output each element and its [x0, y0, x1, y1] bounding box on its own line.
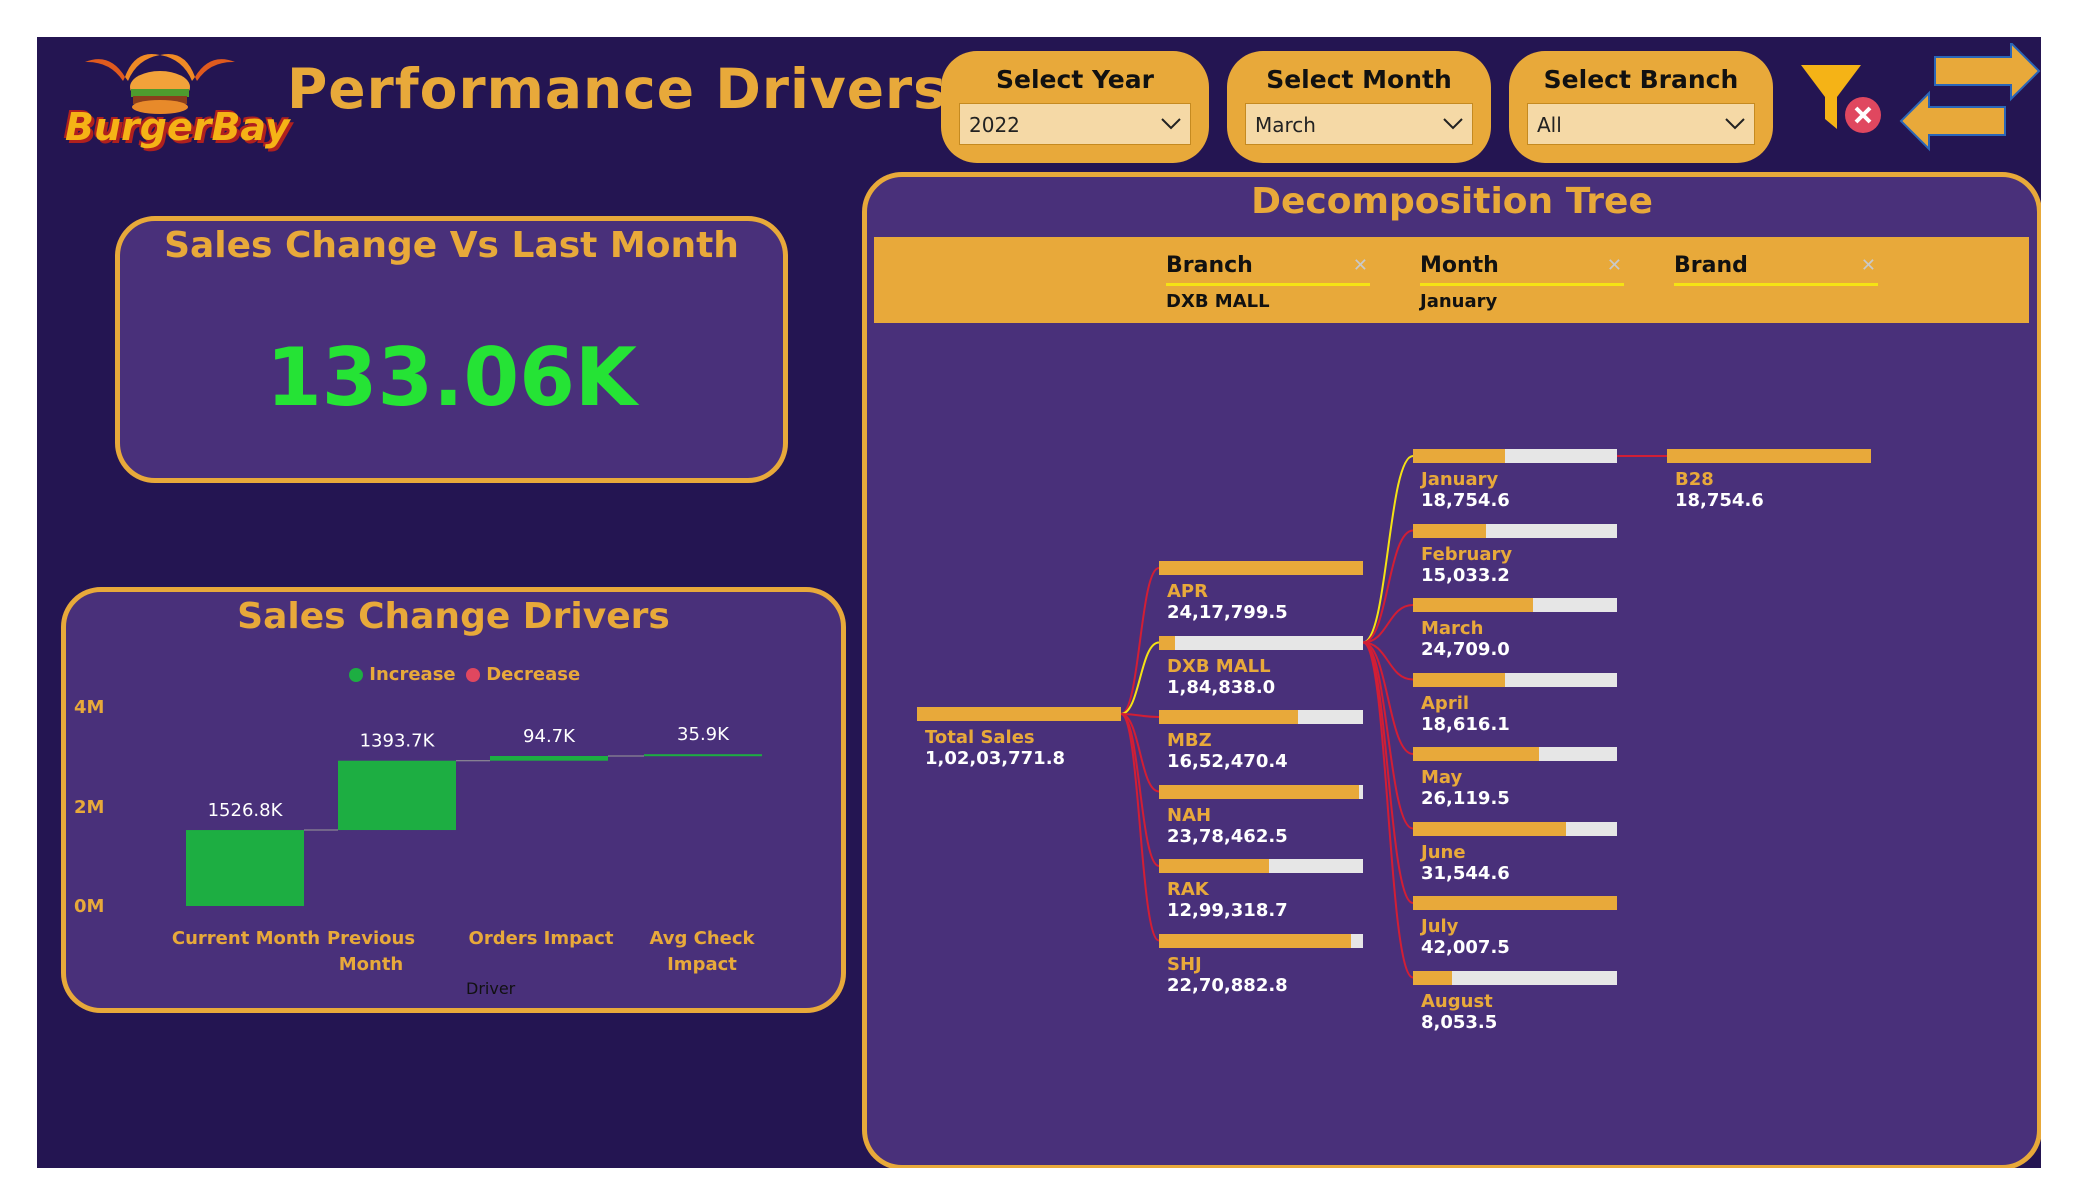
- node-value: 1,02,03,771.8: [925, 748, 1066, 769]
- kpi-card: Sales Change Vs Last Month 133.06K: [115, 216, 788, 483]
- node-label: August: [1421, 990, 1493, 1012]
- year-dropdown[interactable]: 2022: [959, 103, 1191, 145]
- node-bar-fill: [1667, 449, 1871, 463]
- clear-filter-icon[interactable]: [1797, 59, 1887, 139]
- node-label: April: [1421, 692, 1470, 714]
- node-bar-fill: [1413, 672, 1505, 687]
- node-value: 26,119.5: [1421, 788, 1510, 809]
- data-label: 1526.8K: [208, 800, 284, 821]
- branch-dropdown-value: All: [1537, 113, 1562, 137]
- node-value: 22,70,882.8: [1167, 974, 1288, 996]
- node-label: NAH: [1167, 804, 1212, 826]
- data-label: 1393.7K: [360, 731, 436, 752]
- node-label: January: [1421, 469, 1499, 490]
- node-value: 18,616.1: [1421, 713, 1510, 735]
- category-label: Previous Month: [326, 928, 416, 975]
- waterfall-bar[interactable]: [644, 754, 762, 757]
- branch-dropdown[interactable]: All: [1527, 103, 1755, 145]
- branch-slicer: Select Branch All: [1509, 51, 1773, 163]
- node-bar-fill: [1413, 747, 1539, 761]
- node-bar-fill: [1159, 635, 1175, 650]
- node-label: DXB MALL: [1167, 655, 1271, 677]
- node-bar-fill: [1413, 598, 1533, 612]
- node-label: May: [1421, 767, 1463, 788]
- node-label: RAK: [1167, 879, 1209, 900]
- category-label: Current Month: [171, 928, 321, 949]
- node-value: 42,007.5: [1421, 937, 1510, 958]
- node-bar-fill: [1159, 859, 1269, 873]
- node-value: 24,17,799.5: [1167, 602, 1288, 623]
- data-label: 94.7K: [523, 726, 576, 747]
- node-value: 24,709.0: [1421, 639, 1510, 660]
- sales-drivers-card: Sales Change Drivers Increase Decrease 4…: [61, 587, 846, 1013]
- node-label: SHJ: [1167, 953, 1202, 975]
- tree-connector: [1120, 567, 1160, 715]
- x-axis-title: Driver: [466, 979, 516, 998]
- year-slicer-label: Select Year: [996, 65, 1154, 94]
- waterfall-bar[interactable]: [338, 760, 456, 831]
- node-bar-fill: [1413, 523, 1486, 538]
- tree-connector: [1362, 641, 1414, 979]
- tree-connector: [1362, 641, 1414, 904]
- node-value: 31,544.6: [1421, 862, 1510, 884]
- waterfall-bar[interactable]: [186, 830, 304, 906]
- category-label: Orders Impact: [468, 928, 614, 949]
- node-bar-fill: [1159, 784, 1359, 799]
- chevron-down-icon: [1725, 118, 1745, 130]
- month-slicer-label: Select Month: [1266, 65, 1452, 94]
- node-bar-fill: [1159, 933, 1351, 948]
- node-value: 18,754.6: [1421, 490, 1510, 511]
- node-label: February: [1421, 543, 1513, 565]
- data-label: 35.9K: [677, 724, 730, 745]
- node-value: 1,84,838.0: [1167, 676, 1276, 698]
- month-dropdown-value: March: [1255, 113, 1316, 137]
- node-value: 15,033.2: [1421, 564, 1510, 586]
- node-bar-fill: [1413, 449, 1505, 463]
- tree-connector: [1120, 713, 1160, 793]
- month-dropdown[interactable]: March: [1245, 103, 1473, 145]
- tree-connector: [1120, 713, 1160, 942]
- node-value: 8,053.5: [1421, 1011, 1498, 1033]
- node-value: 12,99,318.7: [1167, 900, 1288, 921]
- chevron-down-icon: [1443, 118, 1463, 130]
- node-value: 16,52,470.4: [1167, 751, 1288, 772]
- tree-connector: [1120, 641, 1160, 715]
- page-title: Performance Drivers: [287, 57, 947, 121]
- branch-slicer-label: Select Branch: [1543, 65, 1739, 94]
- kpi-title: Sales Change Vs Last Month: [164, 225, 739, 266]
- navigation-arrows-icon[interactable]: [1899, 40, 2041, 163]
- node-label: APR: [1167, 581, 1208, 602]
- node-bar-track: [1159, 635, 1363, 650]
- node-label: June: [1421, 841, 1466, 863]
- burgerbay-logo: BurgerBay: [65, 47, 290, 167]
- chevron-down-icon: [1161, 118, 1181, 130]
- node-value: 23,78,462.5: [1167, 825, 1288, 847]
- year-dropdown-value: 2022: [969, 113, 1020, 137]
- waterfall-bar[interactable]: [490, 755, 608, 761]
- brand-wordmark: BurgerBay: [65, 105, 290, 149]
- dashboard-canvas: BurgerBay Performance Drivers Select Yea…: [37, 37, 2041, 1168]
- node-label: MBZ: [1167, 730, 1212, 751]
- node-bar-fill: [1159, 710, 1298, 724]
- tree-connector: [1362, 455, 1414, 644]
- kpi-value: 133.06K: [266, 331, 637, 424]
- year-slicer: Select Year 2022: [941, 51, 1209, 163]
- node-value: 18,754.6: [1675, 490, 1764, 511]
- node-label: July: [1421, 916, 1459, 937]
- node-label: March: [1421, 618, 1484, 639]
- decomposition-tree-card: Decomposition Tree Branch ✕ DXB MALL Mon…: [862, 172, 2041, 1168]
- category-label: Avg Check Impact: [649, 928, 755, 975]
- node-bar-fill: [1413, 821, 1566, 836]
- month-slicer: Select Month March: [1227, 51, 1491, 163]
- node-bar-fill: [1413, 896, 1617, 910]
- node-label: Total Sales: [925, 727, 1035, 748]
- node-bar-fill: [1159, 561, 1363, 575]
- node-bar-fill: [1413, 970, 1452, 985]
- node-bar-fill: [917, 707, 1121, 721]
- node-label: B28: [1675, 469, 1714, 490]
